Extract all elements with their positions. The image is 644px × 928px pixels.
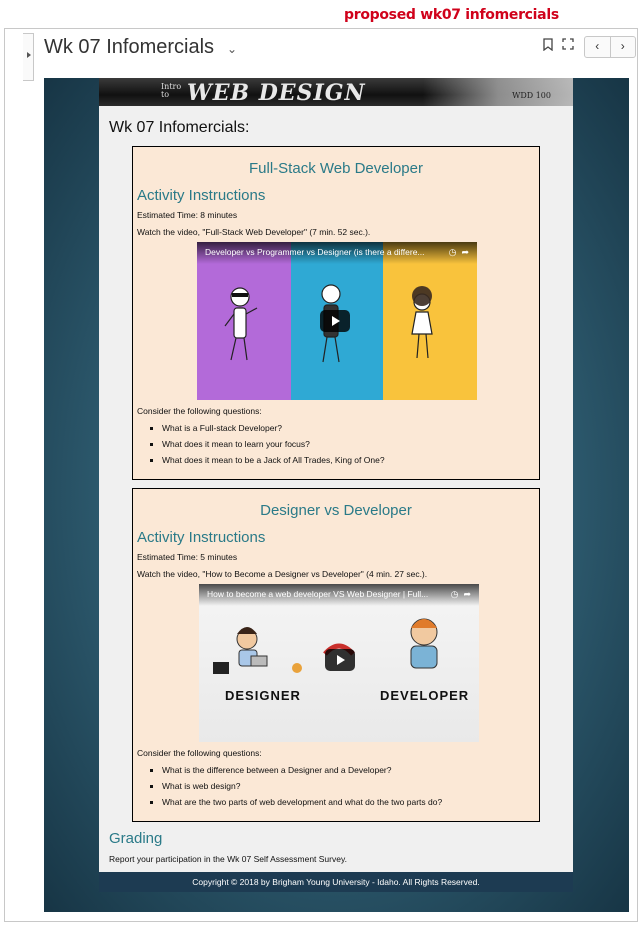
chevron-down-icon[interactable]: ⌄	[227, 42, 237, 56]
activity-card-designer-vs-developer: Designer vs Developer Activity Instructi…	[132, 488, 540, 822]
list-item: What are the two parts of web developmen…	[162, 797, 442, 807]
watch-instructions: Watch the video, "Full-Stack Web Develop…	[137, 227, 371, 237]
fullscreen-icon[interactable]	[560, 38, 576, 54]
page-title: Wk 07 Infomercials	[44, 36, 215, 58]
share-icon[interactable]: ➦	[461, 247, 469, 257]
card-title: Designer vs Developer	[260, 502, 412, 519]
next-page-button[interactable]: ›	[611, 37, 636, 57]
watch-instructions: Watch the video, "How to Become a Design…	[137, 569, 428, 579]
share-icon[interactable]: ➦	[463, 589, 471, 599]
questions-list: What is the difference between a Designe…	[137, 765, 442, 813]
questions-list: What is a Full-stack Developer? What doe…	[137, 423, 385, 471]
bookmark-icon[interactable]	[540, 38, 556, 54]
list-item: What does it mean to be a Jack of All Tr…	[162, 455, 385, 465]
video-controls: ◷ ➦	[449, 247, 469, 258]
video-label-developer: DEVELOPER	[380, 688, 470, 703]
course-banner: Intro to WEB DESIGN WDD 100	[99, 78, 573, 106]
questions-intro: Consider the following questions:	[137, 748, 262, 758]
estimated-time: Estimated Time: 8 minutes	[137, 210, 238, 220]
annotation-label: proposed wk07 infomercials	[344, 7, 559, 23]
list-item: What is web design?	[162, 781, 442, 791]
clock-icon[interactable]: ◷	[449, 247, 457, 257]
chevron-left-icon: ‹	[595, 39, 600, 53]
clock-icon[interactable]: ◷	[451, 589, 459, 599]
activity-instructions-heading: Activity Instructions	[137, 187, 266, 204]
banner-title: WEB DESIGN	[187, 80, 366, 106]
play-icon[interactable]	[325, 649, 355, 671]
video-embed-designer-vs-developer[interactable]: DESIGNER DEVELOPER How to become a web d…	[199, 584, 479, 742]
list-item: What is a Full-stack Developer?	[162, 423, 385, 433]
chevron-right-icon	[27, 52, 31, 58]
grading-text: Report your participation in the Wk 07 S…	[109, 854, 347, 864]
video-title: Developer vs Programmer vs Designer (is …	[205, 247, 425, 257]
questions-intro: Consider the following questions:	[137, 406, 262, 416]
video-title-bar: How to become a web developer VS Web Des…	[199, 584, 479, 606]
video-controls: ◷ ➦	[451, 589, 471, 600]
video-title-bar: Developer vs Programmer vs Designer (is …	[197, 242, 477, 264]
estimated-time: Estimated Time: 5 minutes	[137, 552, 238, 562]
sidebar-toggle[interactable]	[23, 33, 34, 81]
video-label-designer: DESIGNER	[225, 688, 301, 703]
content-stage: Intro to WEB DESIGN WDD 100 Wk 07 Infome…	[44, 78, 629, 912]
banner-course-code: WDD 100	[512, 91, 551, 100]
activity-card-full-stack: Full-Stack Web Developer Activity Instru…	[132, 146, 540, 480]
page-body: Wk 07 Infomercials: Full-Stack Web Devel…	[99, 106, 573, 892]
card-title: Full-Stack Web Developer	[249, 160, 423, 177]
activity-instructions-heading: Activity Instructions	[137, 529, 266, 546]
page-navigation: ‹ ›	[584, 36, 636, 58]
grading-heading: Grading	[109, 830, 163, 847]
play-icon[interactable]	[320, 310, 350, 332]
chevron-right-icon: ›	[620, 39, 625, 53]
page-footer: Copyright © 2018 by Brigham Young Univer…	[99, 872, 573, 892]
list-item: What does it mean to learn your focus?	[162, 439, 385, 449]
module-header: Wk 07 Infomercials ⌄ ‹ ›	[44, 34, 636, 68]
previous-page-button[interactable]: ‹	[585, 37, 611, 57]
page-heading: Wk 07 Infomercials:	[109, 119, 250, 136]
banner-intro: Intro to	[161, 82, 182, 99]
video-title: How to become a web developer VS Web Des…	[207, 589, 429, 599]
list-item: What is the difference between a Designe…	[162, 765, 442, 775]
video-embed-full-stack[interactable]: Developer vs Programmer vs Designer (is …	[197, 242, 477, 400]
